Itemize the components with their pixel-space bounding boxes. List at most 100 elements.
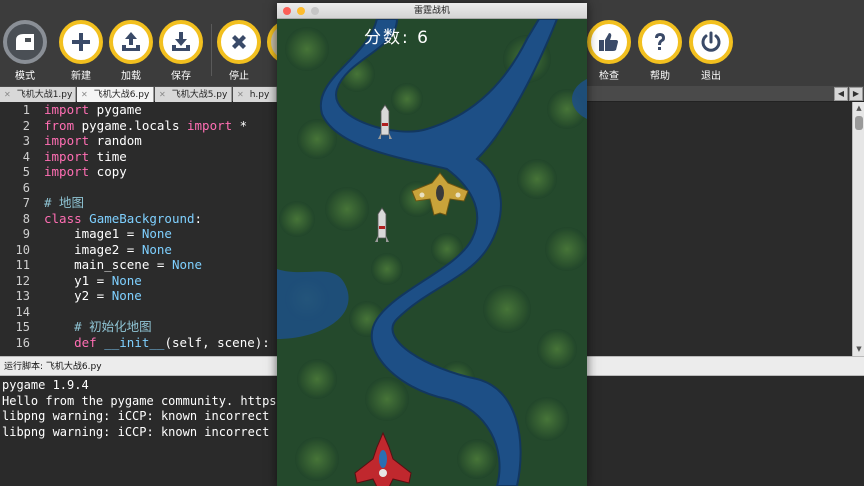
code-line: class GameBackground:: [44, 211, 270, 227]
line-number: 7: [22, 196, 30, 210]
scroll-down-icon[interactable]: ▼: [854, 344, 864, 354]
power-icon: [689, 20, 733, 64]
new-button[interactable]: 新建: [57, 20, 105, 82]
line-number: 4: [22, 149, 30, 164]
code-token: import: [44, 133, 90, 148]
code-token: image1 =: [44, 226, 142, 241]
check-button[interactable]: 检查: [585, 20, 633, 82]
save-label: 保存: [171, 71, 191, 82]
code-token: None: [141, 241, 172, 257]
save-button[interactable]: 保存: [157, 20, 205, 82]
code-line: main_scene = None: [44, 257, 270, 273]
line-number: 15: [15, 320, 30, 334]
tab-label: 飞机大战5.py: [171, 90, 228, 100]
game-window[interactable]: 雷霆战机 分数: 6: [277, 3, 587, 486]
code-line: import time: [44, 149, 270, 165]
line-number-gutter: 1 2 3 4 5 6 7 8 9 10 11 12 13 14 15 16: [0, 102, 38, 356]
tab-close-icon[interactable]: ✕: [159, 90, 166, 99]
code-token: from: [44, 117, 75, 133]
code-token: None: [141, 226, 172, 241]
stop-label: 停止: [229, 71, 249, 82]
code-line: import pygame: [44, 102, 270, 118]
code-line: image2 = None: [44, 242, 270, 258]
tab-h[interactable]: ✕ h.py: [233, 87, 277, 102]
code-token: import: [187, 117, 233, 133]
line-number: 14: [15, 304, 30, 319]
code-token: import: [44, 148, 90, 164]
code-token: import: [44, 102, 90, 117]
code-line: y1 = None: [44, 273, 270, 289]
minimize-window-icon[interactable]: [297, 7, 305, 15]
quit-button[interactable]: 退出: [687, 20, 735, 82]
code-token: # 地图: [44, 195, 85, 210]
quit-label: 退出: [701, 71, 721, 82]
code-line: def __init__(self, scene):: [44, 335, 270, 351]
tab-close-icon[interactable]: ✕: [81, 90, 88, 99]
code-token: __init__: [104, 334, 165, 350]
code-line: y2 = None: [44, 288, 270, 304]
help-button[interactable]: 帮助: [636, 20, 684, 82]
tab-label: h.py: [249, 90, 270, 100]
code-token: def: [74, 334, 97, 350]
mode-button[interactable]: 模式: [1, 20, 49, 82]
close-icon: [217, 20, 261, 64]
tab-close-icon[interactable]: ✕: [237, 90, 244, 99]
tab-file-1[interactable]: ✕ 飞机大战1.py: [0, 87, 76, 102]
code-token: image2 =: [44, 241, 142, 257]
code-token: y2 =: [44, 288, 112, 303]
line-number: 12: [15, 273, 30, 288]
thumbs-up-icon: [587, 20, 631, 64]
code-token: pygame: [89, 102, 142, 117]
line-number: 13: [15, 289, 30, 303]
question-icon: [638, 20, 682, 64]
code-token: None: [171, 257, 203, 272]
game-scene: [277, 19, 587, 486]
tab-file-5[interactable]: ✕ 飞机大战5.py: [155, 87, 232, 102]
game-canvas[interactable]: 分数: 6: [277, 19, 587, 486]
close-window-icon[interactable]: [283, 7, 291, 15]
scroll-up-icon[interactable]: ▲: [854, 103, 864, 113]
code-line: # 地图: [44, 195, 270, 211]
line-number: 9: [22, 227, 30, 241]
game-window-titlebar[interactable]: 雷霆战机: [277, 3, 587, 19]
editor-scrollbar[interactable]: ▲ ▼: [852, 102, 864, 356]
code-token: class: [44, 210, 82, 226]
code-text[interactable]: import pygame from pygame.locals import *…: [44, 102, 270, 350]
code-line: import copy: [44, 164, 270, 180]
code-token: random: [89, 133, 142, 148]
code-token: # 初始化地图: [44, 319, 152, 334]
upload-icon: [109, 20, 153, 64]
code-token: time: [89, 148, 127, 164]
line-number: 11: [15, 258, 30, 272]
code-token: :: [194, 210, 203, 226]
tab-scroll-right-icon[interactable]: ▶: [849, 87, 863, 101]
code-line: import random: [44, 133, 270, 149]
game-window-title: 雷霆战机: [413, 6, 450, 16]
line-number: 6: [22, 180, 30, 195]
line-number: 8: [22, 211, 30, 226]
code-line: from pygame.locals import *: [44, 118, 270, 134]
score-text: 分数: 6: [364, 28, 430, 48]
tab-label: 飞机大战1.py: [16, 90, 73, 100]
scrollbar-thumb[interactable]: [855, 116, 863, 130]
tab-file-6[interactable]: ✕ 飞机大战6.py: [77, 87, 154, 102]
tab-scroll-left-icon[interactable]: ◀: [834, 87, 848, 101]
line-number: 2: [22, 118, 30, 133]
line-number: 5: [22, 165, 30, 179]
load-button[interactable]: 加载: [107, 20, 155, 82]
line-number: 10: [15, 242, 30, 257]
line-number: 1: [22, 103, 30, 117]
stop-button[interactable]: 停止: [215, 20, 263, 82]
code-token: GameBackground: [89, 210, 195, 226]
code-token: (self, scene):: [164, 334, 270, 350]
mode-icon: [3, 20, 47, 64]
tab-close-icon[interactable]: ✕: [4, 90, 11, 99]
desktop: 模式 新建 加载 保存 停止 检查 帮助 退出 ✕ 飞机大战1.py ✕ 飞机大…: [0, 0, 864, 486]
code-line: # 初始化地图: [44, 319, 270, 335]
code-token: y1 =: [44, 272, 112, 288]
zoom-window-icon[interactable]: [311, 7, 319, 15]
download-icon: [159, 20, 203, 64]
